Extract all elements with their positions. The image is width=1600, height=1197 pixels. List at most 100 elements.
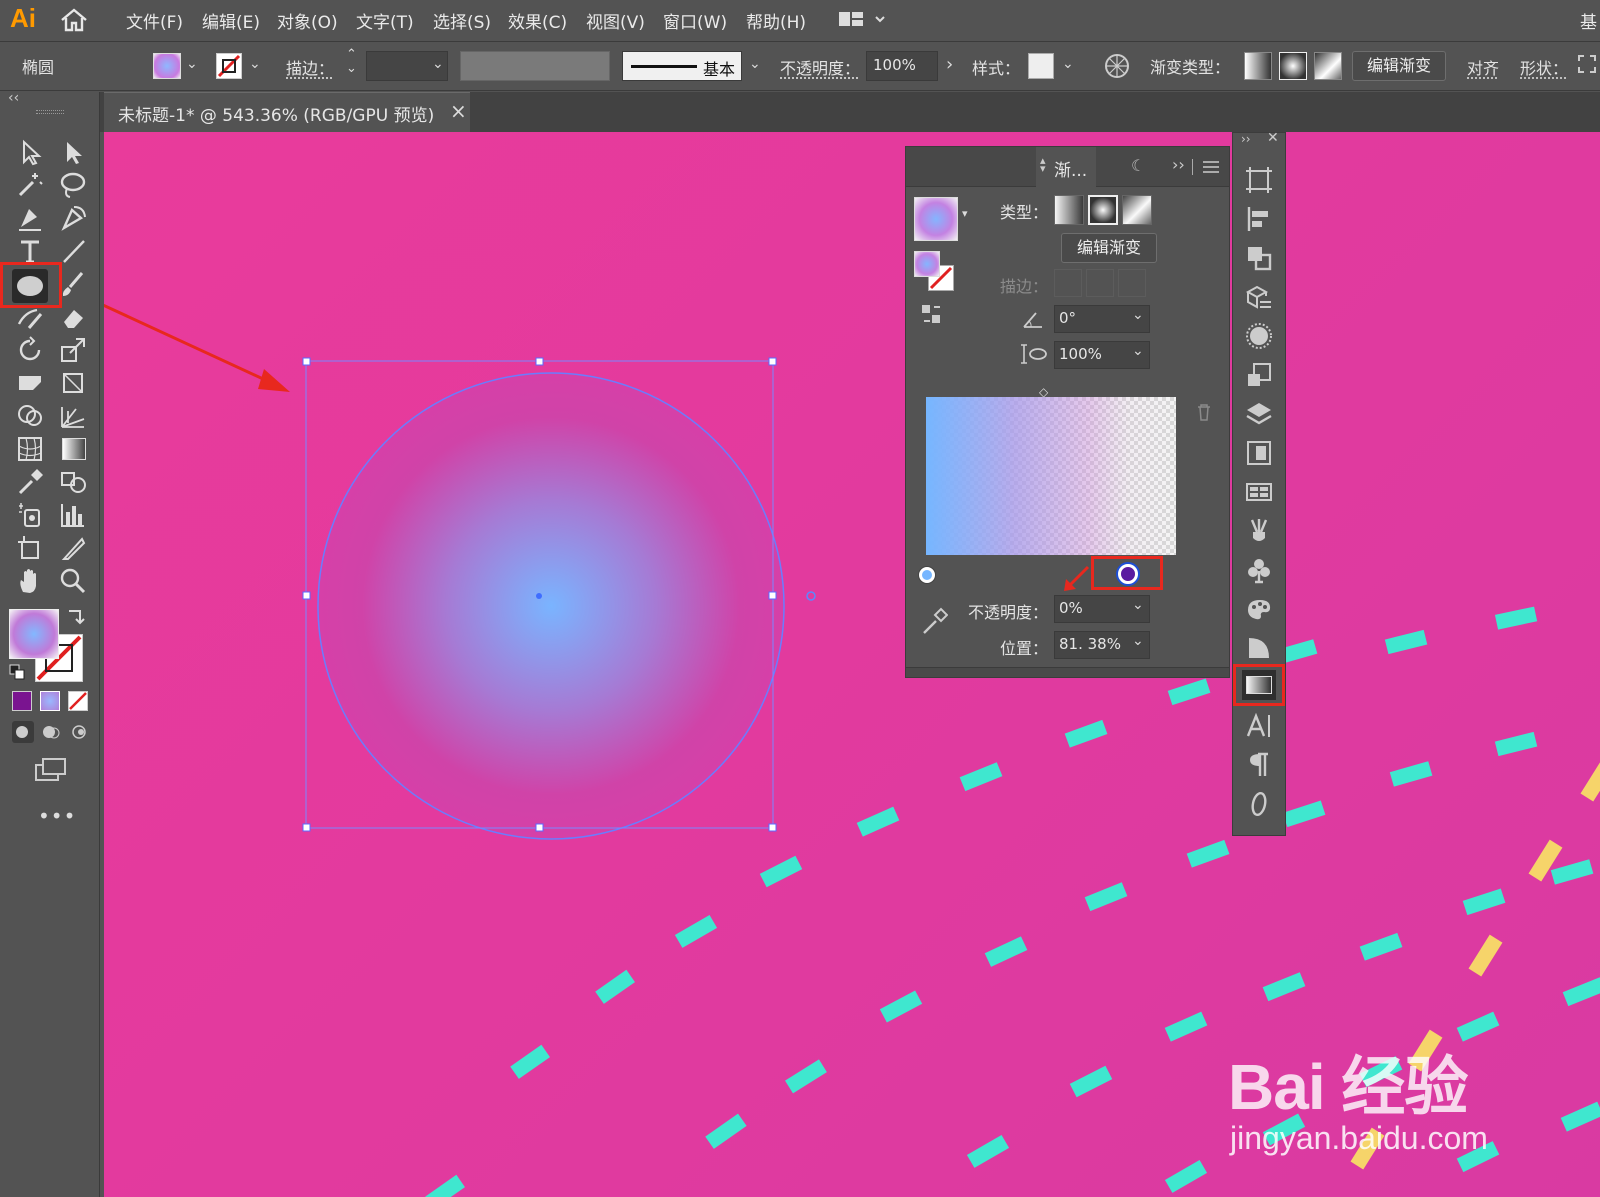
delete-stop-icon[interactable] <box>1196 403 1212 421</box>
graphic-styles-icon[interactable] <box>1244 360 1274 390</box>
swatches-icon[interactable] <box>1244 477 1274 507</box>
brush-definition[interactable]: 基本 <box>622 51 742 81</box>
edit-gradient-panel-button[interactable]: 编辑渐变 <box>1061 233 1157 263</box>
fill-stroke-mini-swatch[interactable] <box>914 251 956 291</box>
menu-edit[interactable]: 编辑(E) <box>202 8 260 33</box>
panel-resize-grip[interactable] <box>906 667 1229 677</box>
menu-object[interactable]: 对象(O) <box>277 8 338 33</box>
artboard-canvas[interactable]: Bai 经验 jingyan.baidu.com <box>104 132 1600 1197</box>
document-tab[interactable]: 未标题-1* @ 543.36% (RGB/GPU 预览) × <box>104 92 470 132</box>
layers-icon[interactable] <box>1244 399 1274 429</box>
workspace-switcher-icon[interactable] <box>838 10 888 30</box>
lasso-tool-icon[interactable] <box>58 170 88 200</box>
workspace-label[interactable]: 基 <box>1580 8 1597 33</box>
gradient-panel-tab[interactable]: ▴ ▾ 渐... <box>1036 147 1096 187</box>
width-tool-icon[interactable] <box>15 368 45 398</box>
opacity-field[interactable]: 100% <box>866 51 938 81</box>
reverse-gradient-icon[interactable] <box>920 303 944 325</box>
collapse-panel-icon[interactable]: ‹‹ <box>8 90 19 106</box>
opacity-label[interactable]: 不透明度： <box>780 55 860 79</box>
menu-view[interactable]: 视图(V) <box>586 8 645 33</box>
chevron-down-icon[interactable]: ⌄ <box>1132 597 1144 613</box>
draw-normal-icon[interactable] <box>12 721 34 743</box>
menu-file[interactable]: 文件(F) <box>126 8 183 33</box>
align-icon[interactable] <box>1244 204 1274 234</box>
chevron-down-icon[interactable]: ⌄ <box>1062 56 1074 72</box>
gradient-stop-start[interactable] <box>919 567 935 583</box>
line-segment-tool-icon[interactable] <box>58 236 88 266</box>
menu-type[interactable]: 文字(T) <box>356 8 414 33</box>
gradient-preview-swatch[interactable] <box>914 197 958 241</box>
close-tab-icon[interactable]: × <box>450 99 467 123</box>
screen-mode-icon[interactable] <box>34 757 68 783</box>
fill-color-box-front[interactable] <box>9 609 59 659</box>
default-colors-icon[interactable] <box>9 664 25 680</box>
freeform-gradient-icon[interactable] <box>1314 52 1342 80</box>
pen-tool-icon[interactable] <box>15 203 45 233</box>
pathfinder-icon[interactable] <box>1244 243 1274 273</box>
gradient-stop-selected[interactable] <box>1118 564 1138 584</box>
eraser-tool-icon[interactable] <box>58 302 88 332</box>
transparency-icon[interactable] <box>1244 633 1274 663</box>
artboards-icon[interactable] <box>1244 165 1274 195</box>
free-transform-tool-icon[interactable] <box>58 368 88 398</box>
chevron-down-icon[interactable]: ▾ <box>962 207 968 220</box>
chevron-down-icon[interactable]: ⌄ <box>249 56 261 72</box>
paragraph-icon[interactable] <box>1244 750 1274 780</box>
eyedropper-tool-icon[interactable] <box>15 467 45 497</box>
fill-swatch[interactable] <box>153 53 181 79</box>
transform-icon[interactable] <box>1578 55 1596 73</box>
chevron-down-icon[interactable]: ⌄ <box>1132 633 1144 649</box>
chevron-down-icon[interactable]: ⌄ <box>186 56 198 72</box>
graphic-style-swatch[interactable] <box>1028 53 1054 79</box>
draw-behind-icon[interactable] <box>40 721 62 743</box>
scale-tool-icon[interactable] <box>58 335 88 365</box>
symbol-sprayer-tool-icon[interactable] <box>15 500 45 530</box>
grip-handle[interactable] <box>36 110 64 114</box>
mesh-tool-icon[interactable] <box>15 434 45 464</box>
gradient-slider-preview[interactable] <box>926 397 1176 555</box>
close-dock-icon[interactable]: ✕ <box>1267 130 1279 146</box>
eyedropper-icon[interactable] <box>920 607 948 635</box>
color-mode-icon[interactable] <box>12 691 32 711</box>
opentype-icon[interactable] <box>1244 789 1274 819</box>
moon-icon[interactable]: ☾ <box>1131 156 1145 175</box>
shape-label[interactable]: 形状： <box>1520 55 1568 79</box>
zoom-tool-icon[interactable] <box>58 566 88 596</box>
stepper-icon[interactable]: ⌃ ⌄ <box>346 48 357 76</box>
chevron-down-icon[interactable]: ⌄ <box>749 56 761 72</box>
hand-tool-icon[interactable] <box>15 566 45 596</box>
radial-gradient-icon[interactable] <box>1279 52 1307 80</box>
artboard-tool-icon[interactable] <box>15 533 45 563</box>
expand-dock-icon[interactable]: ›› <box>1241 132 1251 146</box>
perspective-grid-tool-icon[interactable] <box>58 401 88 431</box>
align-label[interactable]: 对齐 <box>1467 55 1499 79</box>
curvature-tool-icon[interactable] <box>58 203 88 233</box>
blend-tool-icon[interactable] <box>58 467 88 497</box>
recolor-artwork-icon[interactable] <box>1104 53 1130 79</box>
linear-gradient-icon[interactable] <box>1244 52 1272 80</box>
column-graph-tool-icon[interactable] <box>58 500 88 530</box>
stroke-swatch[interactable] <box>216 53 242 79</box>
variable-width-profile[interactable] <box>460 51 610 81</box>
gradient-mode-icon[interactable] <box>40 691 60 711</box>
color-guide-icon[interactable] <box>1244 594 1274 624</box>
chevron-down-icon[interactable]: ⌄ <box>432 56 444 72</box>
home-icon[interactable] <box>60 8 88 32</box>
edit-gradient-button[interactable]: 编辑渐变 <box>1352 51 1446 81</box>
rotate-tool-icon[interactable] <box>15 335 45 365</box>
panel-menu-icon[interactable] <box>1203 161 1219 173</box>
direct-selection-tool-icon[interactable] <box>58 137 88 167</box>
menu-window[interactable]: 窗口(W) <box>663 8 727 33</box>
freeform-type-button[interactable] <box>1122 195 1152 225</box>
expand-panel-icon[interactable]: ›› <box>1172 155 1185 174</box>
shape-builder-tool-icon[interactable] <box>15 401 45 431</box>
menu-help[interactable]: 帮助(H) <box>746 8 806 33</box>
character-icon[interactable] <box>1244 711 1274 741</box>
shaper-tool-icon[interactable] <box>15 302 45 332</box>
chevron-down-icon[interactable]: ⌄ <box>1132 307 1144 323</box>
gradient-icon[interactable] <box>1242 670 1276 700</box>
brushes-icon[interactable] <box>1244 516 1274 546</box>
symbols-icon[interactable] <box>1244 555 1274 585</box>
ellipse-tool-icon[interactable] <box>12 269 48 303</box>
